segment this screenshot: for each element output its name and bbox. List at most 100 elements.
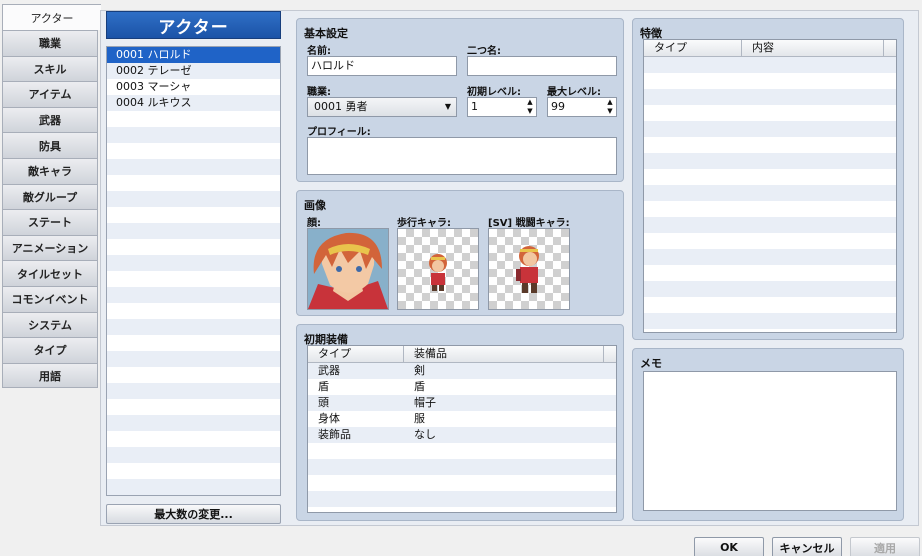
- empty-row[interactable]: [644, 313, 896, 329]
- tab-actors[interactable]: アクター: [2, 4, 101, 30]
- tab-types[interactable]: タイプ: [2, 337, 98, 363]
- empty-row[interactable]: [107, 175, 280, 191]
- max-level-value: 99: [551, 100, 565, 113]
- list-item[interactable]: 0001 ハロルド: [107, 47, 280, 63]
- column-header-type[interactable]: タイプ: [308, 346, 404, 362]
- basic-settings-title: 基本設定: [304, 27, 348, 40]
- empty-row[interactable]: [308, 491, 616, 507]
- empty-row[interactable]: [644, 265, 896, 281]
- tab-classes[interactable]: 職業: [2, 30, 98, 56]
- empty-row[interactable]: [644, 281, 896, 297]
- walk-sprite-image[interactable]: [397, 228, 479, 310]
- tab-states[interactable]: ステート: [2, 209, 98, 235]
- empty-row[interactable]: [644, 201, 896, 217]
- empty-row[interactable]: [107, 127, 280, 143]
- column-header-content[interactable]: 内容: [742, 40, 884, 56]
- empty-row[interactable]: [107, 159, 280, 175]
- empty-row[interactable]: [107, 463, 280, 479]
- empty-row[interactable]: [644, 169, 896, 185]
- change-maximum-button[interactable]: 最大数の変更...: [106, 504, 281, 524]
- table-row[interactable]: 頭 帽子: [308, 395, 616, 411]
- empty-row[interactable]: [107, 431, 280, 447]
- equip-item: なし: [414, 428, 436, 441]
- empty-row[interactable]: [308, 443, 616, 459]
- list-item[interactable]: 0002 テレーゼ: [107, 63, 280, 79]
- actor-list[interactable]: 0001 ハロルド 0002 テレーゼ 0003 マーシャ 0004 ルキウス: [106, 46, 281, 496]
- traits-table[interactable]: タイプ 内容: [643, 39, 897, 333]
- equipment-table[interactable]: タイプ 装備品 武器 剣 盾 盾 頭 帽子 身体 服 装飾品 なし: [307, 345, 617, 513]
- table-row[interactable]: 武器 剣: [308, 363, 616, 379]
- table-row[interactable]: 装飾品 なし: [308, 427, 616, 443]
- table-row[interactable]: 身体 服: [308, 411, 616, 427]
- spinner-arrows-icon[interactable]: ▲ ▼: [606, 98, 614, 116]
- cancel-button[interactable]: キャンセル: [772, 537, 842, 556]
- empty-row[interactable]: [644, 217, 896, 233]
- empty-row[interactable]: [644, 153, 896, 169]
- empty-row[interactable]: [107, 399, 280, 415]
- empty-row[interactable]: [107, 271, 280, 287]
- empty-row[interactable]: [644, 57, 896, 73]
- tab-items[interactable]: アイテム: [2, 81, 98, 107]
- tab-system[interactable]: システム: [2, 311, 98, 338]
- battler-image[interactable]: [488, 228, 570, 310]
- column-header-type[interactable]: タイプ: [644, 40, 742, 56]
- tab-common-events[interactable]: コモンイベント: [2, 285, 98, 312]
- empty-row[interactable]: [644, 185, 896, 201]
- empty-row[interactable]: [644, 249, 896, 265]
- spinner-arrows-icon[interactable]: ▲ ▼: [526, 98, 534, 116]
- tab-armors[interactable]: 防具: [2, 132, 98, 158]
- images-title: 画像: [304, 199, 326, 212]
- profile-field[interactable]: [307, 137, 617, 175]
- tab-troops[interactable]: 敵グループ: [2, 183, 98, 210]
- class-select-value: 0001 勇者: [314, 100, 368, 113]
- name-field[interactable]: ハロルド: [307, 56, 457, 76]
- empty-row[interactable]: [644, 297, 896, 313]
- empty-row[interactable]: [644, 233, 896, 249]
- empty-row[interactable]: [107, 367, 280, 383]
- tab-terms[interactable]: 用語: [2, 362, 98, 389]
- empty-row[interactable]: [107, 319, 280, 335]
- max-level-spinner[interactable]: 99 ▲ ▼: [547, 97, 617, 117]
- list-item[interactable]: 0004 ルキウス: [107, 95, 280, 111]
- class-label: 職業:: [307, 87, 331, 98]
- empty-row[interactable]: [107, 383, 280, 399]
- tab-skills[interactable]: スキル: [2, 55, 98, 82]
- column-header-item[interactable]: 装備品: [404, 346, 604, 362]
- empty-row[interactable]: [107, 415, 280, 431]
- face-image[interactable]: [307, 228, 389, 310]
- nickname-field[interactable]: [467, 56, 617, 76]
- class-select[interactable]: 0001 勇者 ▼: [307, 97, 457, 117]
- empty-row[interactable]: [107, 223, 280, 239]
- empty-row[interactable]: [644, 89, 896, 105]
- empty-row[interactable]: [107, 479, 280, 495]
- empty-row[interactable]: [644, 105, 896, 121]
- list-item[interactable]: 0003 マーシャ: [107, 79, 280, 95]
- empty-row[interactable]: [107, 447, 280, 463]
- memo-field[interactable]: [643, 371, 897, 511]
- apply-button[interactable]: 適用: [850, 537, 920, 556]
- tab-enemies[interactable]: 敵キャラ: [2, 157, 98, 184]
- empty-row[interactable]: [107, 351, 280, 367]
- empty-row[interactable]: [107, 255, 280, 271]
- tab-tilesets[interactable]: タイルセット: [2, 260, 98, 286]
- empty-row[interactable]: [107, 287, 280, 303]
- empty-row[interactable]: [644, 137, 896, 153]
- empty-row[interactable]: [308, 475, 616, 491]
- ok-button[interactable]: OK: [694, 537, 764, 556]
- table-row[interactable]: 盾 盾: [308, 379, 616, 395]
- empty-row[interactable]: [644, 73, 896, 89]
- traits-rows: [644, 57, 896, 329]
- empty-row[interactable]: [107, 111, 280, 127]
- empty-row[interactable]: [107, 335, 280, 351]
- initial-level-spinner[interactable]: 1 ▲ ▼: [467, 97, 537, 117]
- tab-animations[interactable]: アニメーション: [2, 234, 98, 261]
- empty-row[interactable]: [308, 459, 616, 475]
- empty-row[interactable]: [107, 207, 280, 223]
- memo-group: メモ: [632, 348, 904, 521]
- empty-row[interactable]: [644, 121, 896, 137]
- empty-row[interactable]: [107, 143, 280, 159]
- empty-row[interactable]: [107, 191, 280, 207]
- empty-row[interactable]: [107, 239, 280, 255]
- tab-weapons[interactable]: 武器: [2, 106, 98, 133]
- empty-row[interactable]: [107, 303, 280, 319]
